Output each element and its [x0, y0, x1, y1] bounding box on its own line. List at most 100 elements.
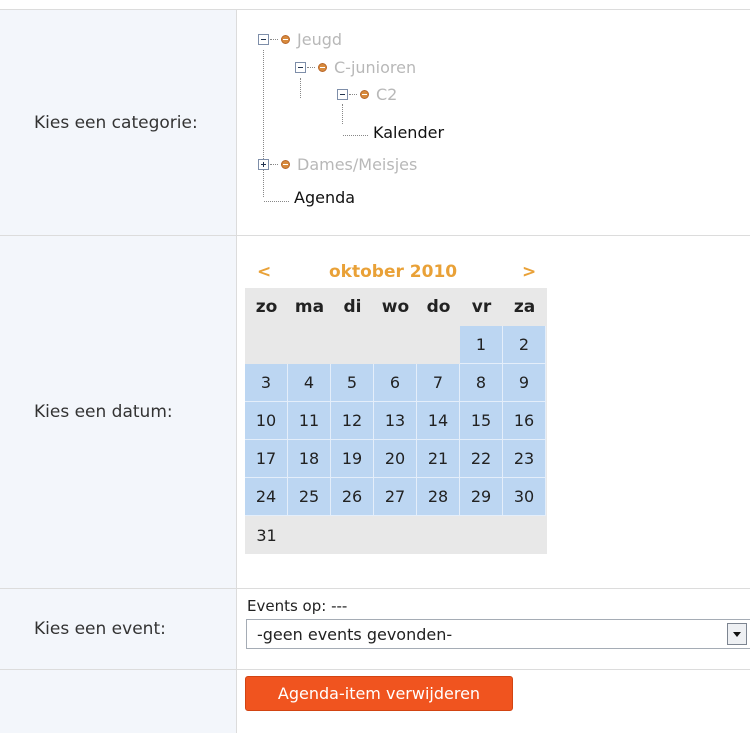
- calendar-day[interactable]: 26: [331, 478, 374, 516]
- calendar-day[interactable]: 4: [288, 364, 331, 402]
- row-divider: [0, 9, 750, 10]
- collapse-icon[interactable]: [258, 34, 269, 45]
- calendar-week-row: 10 11 12 13 14 15 16: [245, 402, 547, 440]
- calendar-empty-cell: [503, 516, 546, 554]
- row-divider: [0, 235, 750, 236]
- event-select[interactable]: -geen events gevonden-: [246, 619, 750, 649]
- weekday-header-row: zo ma di wo do vr za: [245, 288, 547, 326]
- folder-bullet-icon: [281, 160, 290, 169]
- calendar-week-row: 3456789: [245, 364, 547, 402]
- calendar-day[interactable]: 27: [374, 478, 417, 516]
- calendar-month-title: oktober 2010: [329, 262, 458, 282]
- weekday-header: di: [343, 297, 362, 317]
- event-cell: Events op: --- -geen events gevonden-: [237, 589, 750, 669]
- calendar-day[interactable]: 12: [331, 402, 374, 440]
- row-divider: [0, 669, 750, 670]
- calendar-day[interactable]: 6: [374, 364, 417, 402]
- calendar-day[interactable]: 24: [245, 478, 288, 516]
- calendar-empty-cell: [288, 516, 331, 554]
- tree-node-c2[interactable]: C2: [337, 85, 397, 104]
- calendar-day[interactable]: 23: [503, 440, 546, 478]
- calendar-day[interactable]: 25: [288, 478, 331, 516]
- calendar-day[interactable]: 28: [417, 478, 460, 516]
- calendar-empty-cell: [288, 326, 331, 364]
- calendar-day[interactable]: 2: [503, 326, 546, 364]
- calendar-day[interactable]: 19: [331, 440, 374, 478]
- folder-bullet-icon: [281, 35, 290, 44]
- calendar-weeks: 1 2 3 4 5 6 7 8 9 10 11 12 13 14 15 16 17 18 19 20 21 22 23 24 2…: [245, 326, 547, 554]
- calendar-day[interactable]: 1: [460, 326, 503, 364]
- calendar-day[interactable]: 18: [288, 440, 331, 478]
- calendar-empty-cell: [417, 516, 460, 554]
- calendar-day[interactable]: 29: [460, 478, 503, 516]
- tree-node-label[interactable]: C2: [376, 85, 397, 104]
- date-label-cell: Kies een datum:: [0, 236, 236, 588]
- calendar-week-row: 24 25 26 27 28 29 30: [245, 478, 547, 516]
- calendar-day[interactable]: 8: [460, 364, 503, 402]
- dropdown-arrow-icon[interactable]: [727, 623, 747, 645]
- calendar-day[interactable]: 9: [503, 364, 546, 402]
- calendar-empty-cell: [417, 326, 460, 364]
- folder-bullet-icon: [360, 90, 369, 99]
- calendar-day[interactable]: 21: [417, 440, 460, 478]
- weekday-header: wo: [381, 297, 410, 317]
- calendar-day[interactable]: 22: [460, 440, 503, 478]
- date-label: Kies een datum:: [34, 402, 173, 422]
- tree-node-label[interactable]: Kalender: [373, 123, 444, 142]
- calendar-empty-cell: [374, 326, 417, 364]
- tree-node-label[interactable]: Agenda: [294, 188, 355, 207]
- calendar-day[interactable]: 30: [503, 478, 546, 516]
- weekday-header: do: [426, 297, 451, 317]
- tree-node-label[interactable]: C-junioren: [334, 58, 416, 77]
- calendar-day[interactable]: 13: [374, 402, 417, 440]
- calendar-empty-cell: [331, 326, 374, 364]
- tree-node-agenda[interactable]: Agenda: [294, 188, 355, 207]
- calendar-empty-cell: [374, 516, 417, 554]
- expand-icon[interactable]: [258, 159, 269, 170]
- event-label: Kies een event:: [34, 619, 166, 639]
- calendar-cell: < oktober 2010 > zo ma di wo do vr za 12…: [237, 236, 750, 588]
- weekday-header: ma: [294, 297, 325, 317]
- calendar-day[interactable]: 17: [245, 440, 288, 478]
- calendar-day[interactable]: 7: [417, 364, 460, 402]
- delete-agenda-item-button[interactable]: Agenda-item verwijderen: [245, 676, 513, 711]
- agenda-form: Kies een categorie: Jeugd C-junioren C2 …: [0, 0, 750, 733]
- weekday-header: zo: [255, 297, 278, 317]
- calendar-day[interactable]: 20: [374, 440, 417, 478]
- calendar-day[interactable]: 11: [288, 402, 331, 440]
- calendar-empty-cell: [460, 516, 503, 554]
- action-label-cell: [0, 670, 236, 733]
- collapse-icon[interactable]: [295, 62, 306, 73]
- category-label-cell: Kies een categorie:: [0, 10, 236, 235]
- calendar-day[interactable]: 14: [417, 402, 460, 440]
- calendar-empty-cell: [245, 326, 288, 364]
- tree-node-kalender[interactable]: Kalender: [373, 123, 444, 142]
- category-label: Kies een categorie:: [34, 112, 198, 133]
- tree-node-dames-meisjes[interactable]: Dames/Meisjes: [258, 155, 417, 174]
- collapse-icon[interactable]: [337, 89, 348, 100]
- calendar-header: < oktober 2010 >: [245, 252, 547, 288]
- tree-node-label[interactable]: Jeugd: [297, 30, 342, 49]
- previous-month-button[interactable]: <: [257, 262, 271, 282]
- next-month-button[interactable]: >: [522, 262, 536, 282]
- calendar-empty-cell: [331, 516, 374, 554]
- calendar-day[interactable]: 3: [245, 364, 288, 402]
- weekday-header: vr: [471, 297, 492, 317]
- calendar-day[interactable]: 31: [245, 516, 288, 554]
- calendar-week-row: 31: [245, 516, 547, 554]
- column-divider: [236, 9, 237, 733]
- weekday-header: za: [513, 297, 536, 317]
- action-cell: Agenda-item verwijderen: [237, 670, 750, 733]
- date-picker-calendar: < oktober 2010 > zo ma di wo do vr za 12…: [245, 252, 547, 554]
- events-on-label: Events op: ---: [247, 597, 348, 615]
- calendar-week-row: 17 18 19 20 21 22 23: [245, 440, 547, 478]
- calendar-day[interactable]: 16: [503, 402, 546, 440]
- calendar-day[interactable]: 10: [245, 402, 288, 440]
- calendar-day[interactable]: 5: [331, 364, 374, 402]
- calendar-grid: zo ma di wo do vr za 1 2 3 4 5 6 7 8 9 10 11 12 13 14…: [245, 288, 547, 554]
- event-select-value: -geen events gevonden-: [257, 624, 453, 644]
- tree-node-c-junioren[interactable]: C-junioren: [295, 58, 416, 77]
- tree-node-label[interactable]: Dames/Meisjes: [297, 155, 417, 174]
- calendar-day[interactable]: 15: [460, 402, 503, 440]
- tree-node-jeugd[interactable]: Jeugd: [258, 30, 342, 49]
